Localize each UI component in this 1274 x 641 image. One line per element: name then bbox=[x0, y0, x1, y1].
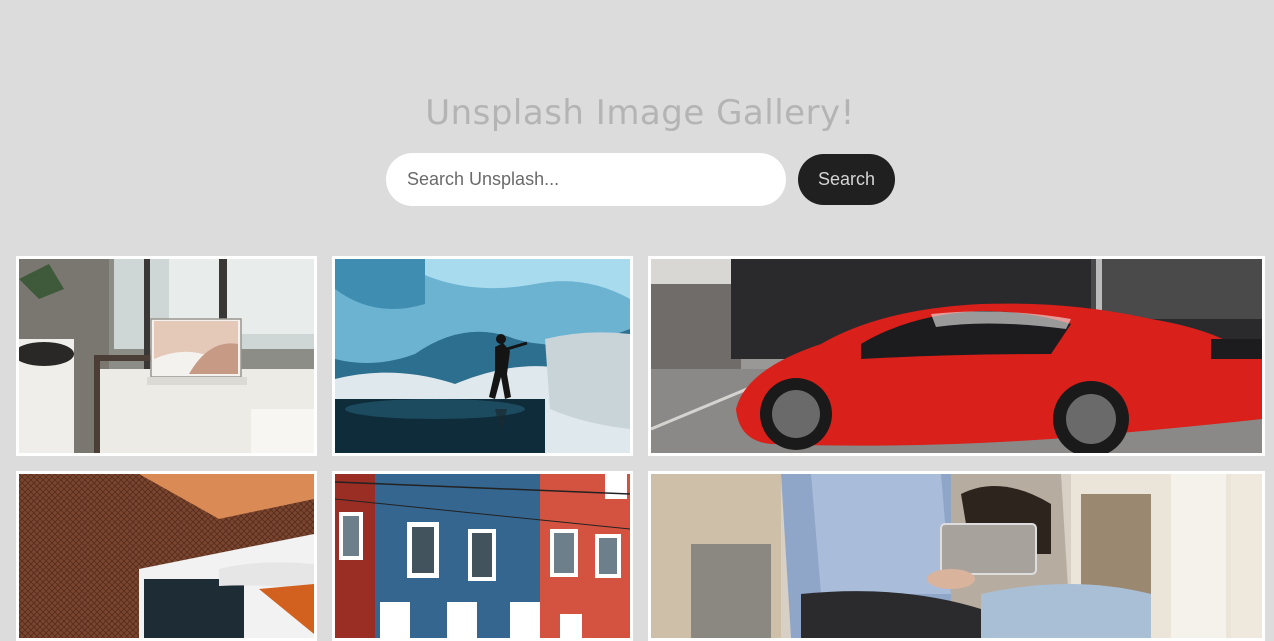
gallery-image-couple-tablet[interactable] bbox=[648, 471, 1265, 641]
page-title: Unsplash Image Gallery! bbox=[425, 93, 855, 133]
gallery-image-row-houses[interactable] bbox=[332, 471, 633, 641]
gallery-image-laptop[interactable] bbox=[16, 256, 317, 456]
gallery-image-building[interactable] bbox=[16, 471, 317, 641]
row-houses-image bbox=[335, 474, 630, 638]
ice-cave-image bbox=[335, 259, 630, 453]
red-car-image bbox=[651, 259, 1262, 453]
search-input[interactable] bbox=[386, 153, 786, 206]
couple-tablet-image bbox=[651, 474, 1262, 638]
gallery-image-red-car[interactable] bbox=[648, 256, 1265, 456]
laptop-image bbox=[19, 259, 314, 453]
building-image bbox=[19, 474, 314, 638]
search-button[interactable]: Search bbox=[798, 154, 895, 205]
gallery-image-ice-cave[interactable] bbox=[332, 256, 633, 456]
